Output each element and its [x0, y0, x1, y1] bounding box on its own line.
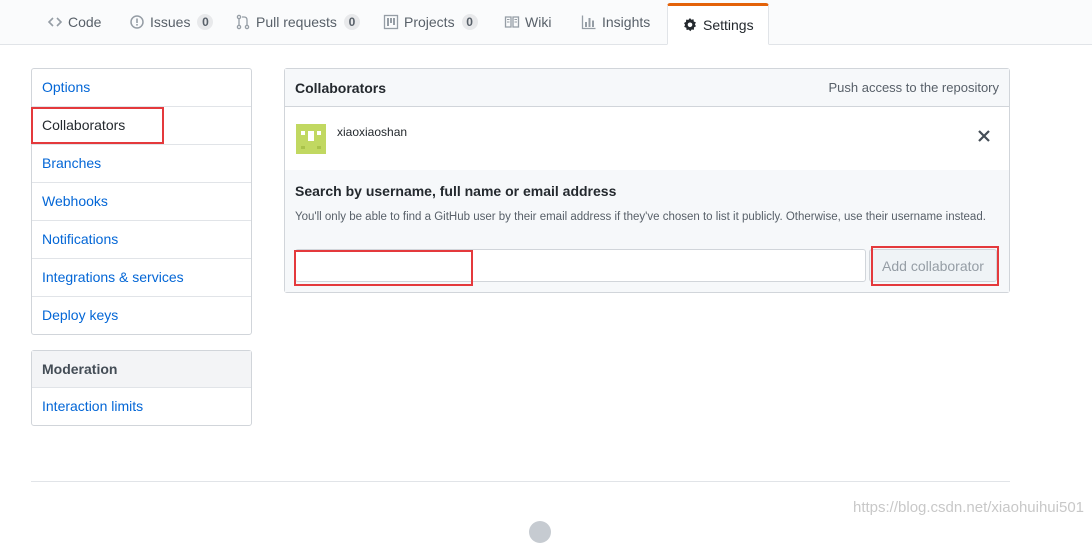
close-icon[interactable]	[976, 128, 992, 146]
add-collaborator-button[interactable]: Add collaborator	[869, 249, 997, 282]
sidebar-item-options[interactable]: Options	[32, 69, 251, 107]
tab-issues[interactable]: Issues 0	[129, 0, 214, 44]
avatar	[296, 124, 326, 154]
github-logo-icon	[529, 521, 551, 543]
sidebar-item-deploy-keys[interactable]: Deploy keys	[32, 297, 251, 334]
gear-icon	[682, 17, 698, 33]
tab-issues-label: Issues	[150, 14, 191, 30]
pull-request-icon	[235, 14, 251, 30]
collaborators-title: Collaborators	[295, 79, 387, 96]
collaborators-box-header: Collaborators Push access to the reposit…	[285, 69, 1009, 107]
issue-icon	[129, 14, 145, 30]
tab-pull-requests[interactable]: Pull requests 0	[235, 0, 360, 44]
settings-menu: Options Collaborators Branches Webhooks …	[31, 68, 252, 335]
project-icon	[383, 14, 399, 30]
search-help-text: You'll only be able to find a GitHub use…	[295, 211, 986, 223]
pull-requests-counter: 0	[343, 14, 360, 30]
code-icon	[47, 14, 63, 30]
watermark: https://blog.csdn.net/xiaohuihui501	[853, 499, 1084, 516]
book-icon	[504, 14, 520, 30]
add-collaborator-section: Search by username, full name or email a…	[285, 170, 1009, 292]
moderation-menu: Moderation Interaction limits	[31, 350, 252, 426]
collaborator-username: xiaoxiaoshan	[337, 125, 408, 139]
issues-counter: 0	[197, 14, 214, 30]
tab-projects[interactable]: Projects 0	[383, 0, 478, 44]
tab-pull-requests-label: Pull requests	[256, 14, 337, 30]
tab-projects-label: Projects	[404, 14, 455, 30]
push-access-note: Push access to the repository	[828, 80, 999, 95]
sidebar-item-notifications[interactable]: Notifications	[32, 221, 251, 259]
sidebar-item-collaborators[interactable]: Collaborators	[32, 107, 251, 145]
tab-wiki-label: Wiki	[525, 14, 552, 30]
tab-insights[interactable]: Insights	[581, 0, 650, 44]
graph-icon	[581, 14, 597, 30]
collaborator-row: xiaoxiaoshan	[285, 107, 1009, 171]
collaborator-search-input[interactable]	[295, 249, 866, 282]
moderation-heading: Moderation	[32, 351, 251, 388]
tab-insights-label: Insights	[602, 14, 651, 30]
repo-nav: Code Issues 0 Pull requests 0 Projects 0…	[0, 0, 1092, 45]
sidebar-item-integrations[interactable]: Integrations & services	[32, 259, 251, 297]
tab-wiki[interactable]: Wiki	[504, 0, 551, 44]
tab-settings-label: Settings	[703, 17, 754, 33]
tab-code-label: Code	[68, 14, 102, 30]
sidebar-item-branches[interactable]: Branches	[32, 145, 251, 183]
sidebar-item-interaction-limits[interactable]: Interaction limits	[32, 388, 251, 425]
collaborators-box: Collaborators Push access to the reposit…	[284, 68, 1010, 293]
tab-settings[interactable]: Settings	[667, 3, 769, 45]
search-title: Search by username, full name or email a…	[295, 183, 617, 199]
sidebar-item-webhooks[interactable]: Webhooks	[32, 183, 251, 221]
footer-divider	[31, 481, 1010, 482]
tab-code[interactable]: Code	[47, 0, 101, 44]
projects-counter: 0	[461, 14, 478, 30]
